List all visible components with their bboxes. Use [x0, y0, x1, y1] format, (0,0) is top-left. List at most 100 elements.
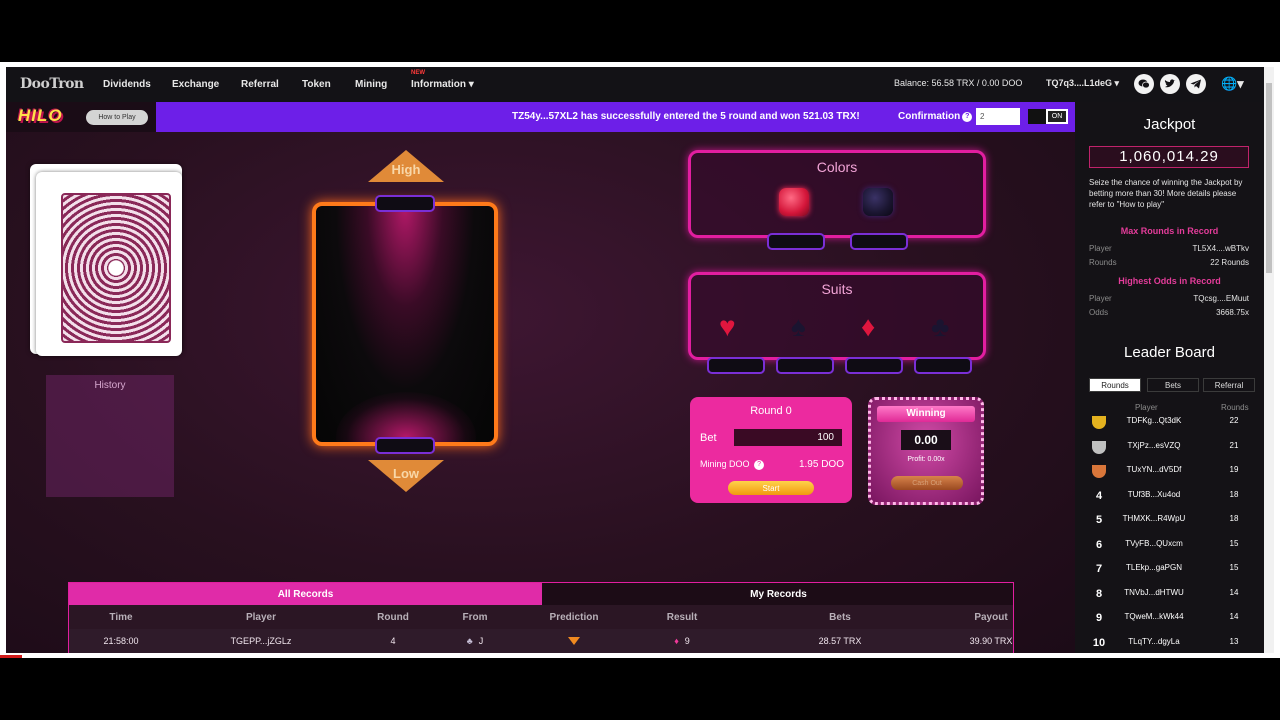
- nav-dividends[interactable]: Dividends: [103, 79, 151, 90]
- mining-label: Mining DOO ?: [700, 459, 765, 470]
- nav-token[interactable]: Token: [302, 79, 331, 90]
- hearts-odds-pill: [707, 357, 765, 374]
- nav-mining[interactable]: Mining: [355, 79, 387, 90]
- red-color-button[interactable]: [779, 188, 809, 216]
- diamonds-button[interactable]: ♦: [861, 313, 875, 341]
- history-panel: History: [46, 375, 174, 497]
- leaderboard-row: 8 TNVbJ...dHTWU 14: [1075, 588, 1264, 612]
- colors-panel: Colors: [688, 150, 986, 250]
- col-round: Round: [377, 611, 409, 623]
- language-globe-icon[interactable]: 🌐▾: [1221, 74, 1249, 94]
- lb-rounds: 14: [1229, 612, 1239, 621]
- dootron-logo[interactable]: DooTron: [20, 76, 84, 92]
- row-result: ♦ 9: [674, 636, 690, 646]
- tab-rounds[interactable]: Rounds: [1089, 378, 1141, 392]
- browser-frame: DooTron Dividends Exchange Referral Toke…: [0, 62, 1280, 658]
- lb-player: TVyFB...QUxcm: [1125, 538, 1183, 548]
- how-to-play-button[interactable]: How to Play: [86, 110, 148, 125]
- col-payout: Payout: [974, 611, 1008, 623]
- colors-title: Colors: [816, 159, 858, 175]
- lb-rounds: 14: [1229, 587, 1239, 597]
- lb-rounds: 22: [1229, 416, 1239, 425]
- lb-player: TDFKg...Qt3dK: [1126, 416, 1182, 425]
- telegram-icon[interactable]: [1186, 74, 1206, 94]
- hilo-bar: HILO How to Play: [6, 102, 156, 132]
- col-from: From: [462, 611, 488, 623]
- diamonds-odds-pill: [845, 357, 903, 374]
- cash-out-button[interactable]: Cash Out: [891, 476, 963, 490]
- lb-head-player: Player: [1135, 403, 1158, 412]
- high-label[interactable]: High: [368, 162, 444, 177]
- leaderboard-row: 7 TLEkp...gaPGN 15: [1075, 563, 1264, 587]
- wallet-address-dropdown[interactable]: TQ7q3....L1deG ▾: [1046, 78, 1119, 89]
- records-table: All Records My Records Time Player Round…: [68, 582, 1014, 653]
- col-player: Player: [245, 611, 277, 623]
- spades-button[interactable]: ♠: [791, 313, 806, 341]
- from-suit-icon: ♣: [466, 636, 473, 646]
- trophy-icon: [1092, 465, 1106, 478]
- clubs-odds-pill: [914, 357, 972, 374]
- scrollbar-thumb[interactable]: [1266, 83, 1272, 273]
- help-icon[interactable]: ?: [962, 112, 973, 122]
- wechat-icon[interactable]: [1134, 74, 1154, 94]
- highest-odds-value: Odds 3668.75x: [1089, 308, 1249, 317]
- start-button[interactable]: Start: [728, 481, 814, 495]
- bet-label: Bet: [700, 432, 717, 444]
- hearts-button[interactable]: ♥: [719, 313, 736, 341]
- col-prediction: Prediction: [549, 611, 599, 623]
- game-area: History High Low Colors Suits ♥ ♠ ♦ ♣ Ro…: [6, 132, 1075, 653]
- rank: 8: [1095, 587, 1103, 600]
- win-notice: TZ54y...57XL2 has successfully entered t…: [512, 111, 860, 122]
- nav-exchange[interactable]: Exchange: [172, 79, 219, 90]
- tab-referral[interactable]: Referral: [1203, 378, 1255, 392]
- winning-value: 0.00: [901, 430, 951, 450]
- bet-input[interactable]: 100: [734, 429, 842, 446]
- black-color-button[interactable]: [863, 188, 893, 216]
- rank: 4: [1095, 489, 1103, 502]
- high-odds-pill: [375, 195, 435, 212]
- nav-information[interactable]: Information ▾: [411, 79, 474, 90]
- suits-panel: Suits ♥ ♠ ♦ ♣: [688, 272, 986, 374]
- mining-help-icon[interactable]: ?: [754, 460, 765, 470]
- leaderboard-row: 9 TQweM...kWk44 14: [1075, 612, 1264, 636]
- row-payout: 39.90 TRX: [969, 636, 1013, 646]
- profit-text: Profit: 0.00x: [907, 456, 945, 463]
- leaderboard-row: 5 THMXK...R4WpU 18: [1075, 514, 1264, 538]
- row-player: TGEPP...jZGLz: [230, 636, 292, 646]
- lb-rounds: 15: [1229, 563, 1239, 572]
- twitter-icon[interactable]: [1160, 74, 1180, 94]
- lb-rounds: 18: [1229, 514, 1239, 523]
- tab-my-records[interactable]: My Records: [542, 583, 1013, 605]
- confirmation-toggle[interactable]: ON: [1028, 109, 1068, 124]
- low-label[interactable]: Low: [368, 466, 444, 481]
- leaderboard-row: TXjPz...esVZQ 21: [1075, 440, 1264, 465]
- lb-player: THMXK...R4WpU: [1122, 514, 1186, 523]
- leaderboard-row: 6 TVyFB...QUxcm 15: [1075, 539, 1264, 563]
- clubs-button[interactable]: ♣: [931, 313, 949, 341]
- right-panel: Jackpot 1,060,014.29 Seize the chance of…: [1075, 102, 1264, 653]
- rank: 9: [1095, 612, 1103, 624]
- max-rounds-title: Max Rounds in Record: [1120, 226, 1219, 236]
- low-odds-pill: [375, 437, 435, 454]
- highest-odds-title: Highest Odds in Record: [1118, 276, 1221, 286]
- rank: [1089, 416, 1109, 432]
- lb-player: TLqTY...dgyLa: [1128, 636, 1180, 646]
- notice-bar: TZ54y...57XL2 has successfully entered t…: [156, 102, 1075, 132]
- records-header: Time Player Round From Prediction Result…: [69, 605, 1013, 629]
- red-odds-pill: [767, 233, 825, 250]
- row-from: ♣ J: [466, 636, 484, 646]
- col-result: Result: [666, 611, 698, 623]
- trophy-icon: [1092, 440, 1106, 454]
- result-suit-icon: ♦: [674, 636, 679, 646]
- toggle-knob: [1028, 109, 1046, 124]
- winning-panel: Winning 0.00 Profit: 0.00x Cash Out: [868, 397, 984, 505]
- mining-value: 1.95 DOO: [798, 459, 844, 470]
- nav-referral[interactable]: Referral: [241, 79, 279, 90]
- lb-rounds: 19: [1229, 465, 1239, 474]
- trophy-icon: [1092, 416, 1106, 429]
- round-title: Round 0: [750, 405, 792, 417]
- tab-bets[interactable]: Bets: [1147, 378, 1199, 392]
- tab-all-records[interactable]: All Records: [69, 583, 542, 605]
- confirmation-input[interactable]: [976, 108, 1020, 125]
- jackpot-title: Jackpot: [1143, 116, 1196, 133]
